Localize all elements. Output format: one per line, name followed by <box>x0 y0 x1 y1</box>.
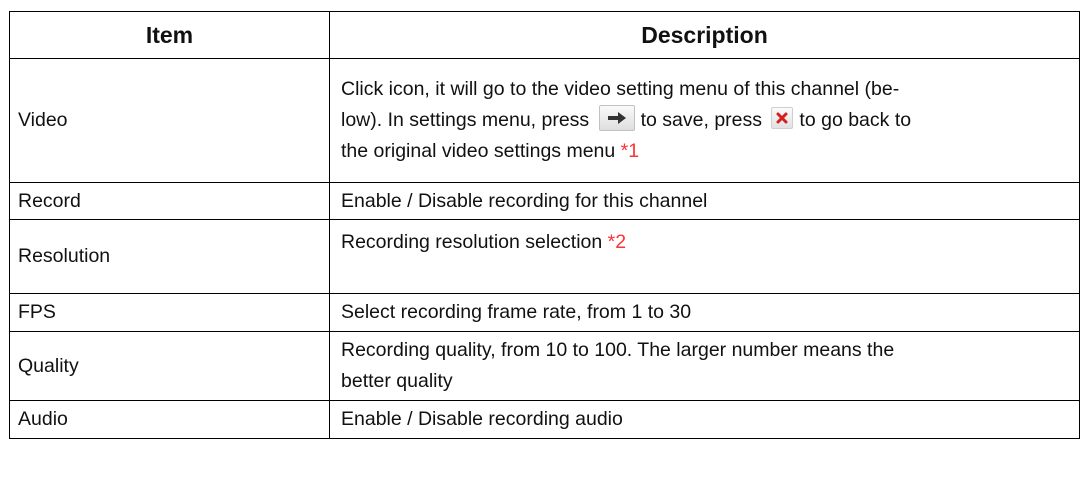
table-row-record: Record Enable / Disable recording for th… <box>9 182 1080 220</box>
header-item: Item <box>9 11 330 59</box>
item-cell-fps: FPS <box>9 293 330 332</box>
item-cell-record: Record <box>9 182 330 220</box>
description-cell-resolution: Recording resolution selection *2 <box>329 219 1080 294</box>
description-cell-fps: Select recording frame rate, from 1 to 3… <box>329 293 1080 332</box>
video-desc-line1: Click icon, it will go to the video sett… <box>341 78 900 100</box>
table-header-row: Item Description <box>9 11 1080 59</box>
item-cell-video: Video <box>9 58 330 183</box>
item-cell-audio: Audio <box>9 400 330 439</box>
arrow-right-icon <box>598 105 635 131</box>
footnote-marker-1: *1 <box>620 140 640 162</box>
resolution-desc: Recording resolution selection <box>341 231 603 253</box>
description-cell-video: Click icon, it will go to the video sett… <box>329 58 1080 183</box>
table-row-audio: Audio Enable / Disable recording audio <box>9 400 1080 439</box>
item-cell-quality: Quality <box>9 331 330 401</box>
description-cell-audio: Enable / Disable recording audio <box>329 400 1080 439</box>
footnote-marker-2: *2 <box>607 231 627 253</box>
header-description: Description <box>329 11 1080 59</box>
description-cell-quality: Recording quality, from 10 to 100. The l… <box>329 331 1080 401</box>
video-desc-line2: low). In settings menu, press <box>341 109 590 131</box>
table-row-fps: FPS Select recording frame rate, from 1 … <box>9 293 1080 332</box>
close-x-icon <box>771 107 794 129</box>
description-cell-record: Enable / Disable recording for this chan… <box>329 182 1080 220</box>
quality-desc-line1: Recording quality, from 10 to 100. The l… <box>341 339 895 361</box>
video-desc-save: to save, press <box>640 109 762 131</box>
table-row-resolution: Resolution Recording resolution selectio… <box>9 219 1080 294</box>
table-row-video: Video Click icon, it will go to the vide… <box>9 58 1080 183</box>
item-cell-resolution: Resolution <box>9 219 330 294</box>
video-desc-back: to go back to <box>799 109 912 131</box>
settings-description-table: Item Description Video Click icon, it wi… <box>9 11 1080 439</box>
video-desc-line4: the original video settings menu <box>341 140 616 162</box>
quality-desc-line2: better quality <box>341 370 453 392</box>
table-row-quality: Quality Recording quality, from 10 to 10… <box>9 331 1080 401</box>
